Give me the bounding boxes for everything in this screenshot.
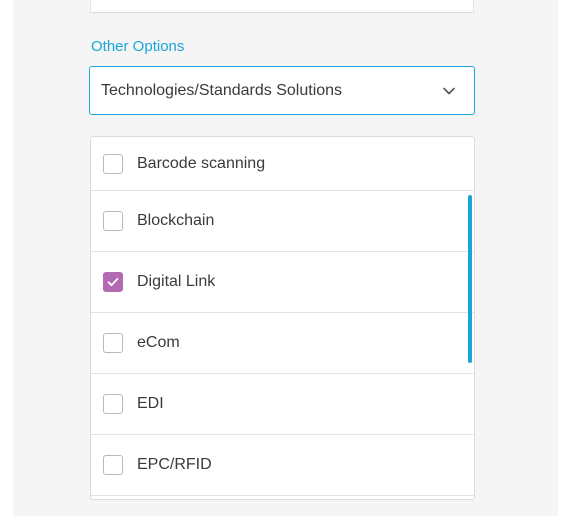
list-item[interactable]: eCom (91, 313, 474, 374)
chevron-down-icon (443, 87, 455, 95)
section-label: Other Options (91, 38, 185, 55)
option-label: Blockchain (137, 212, 215, 229)
list-item[interactable]: EDI (91, 374, 474, 435)
option-label: EPC/RFID (137, 456, 212, 473)
option-label: EDI (137, 395, 164, 412)
checkbox[interactable] (103, 394, 123, 414)
page: Other Options Technologies/Standards Sol… (0, 0, 576, 523)
checkmark-icon (107, 277, 119, 287)
checkbox[interactable] (103, 333, 123, 353)
scrollbar-thumb[interactable] (468, 195, 472, 363)
option-label: eCom (137, 334, 180, 351)
checkbox[interactable] (103, 211, 123, 231)
checkbox[interactable] (103, 153, 123, 174)
options-list: Barcode scanning Blockchain Digital Link… (90, 136, 475, 500)
list-item[interactable]: Blockchain (91, 191, 474, 252)
checkbox-checked[interactable] (103, 272, 123, 292)
list-item[interactable]: Barcode scanning (91, 137, 474, 191)
list-item[interactable]: EPC/RFID (91, 435, 474, 496)
option-label: Barcode scanning (137, 154, 266, 172)
list-item[interactable]: Digital Link (91, 252, 474, 313)
checkbox[interactable] (103, 455, 123, 475)
option-label: Digital Link (137, 273, 216, 290)
category-select[interactable]: Technologies/Standards Solutions (89, 66, 475, 115)
select-value: Technologies/Standards Solutions (101, 81, 343, 99)
previous-card-edge (90, 0, 474, 13)
